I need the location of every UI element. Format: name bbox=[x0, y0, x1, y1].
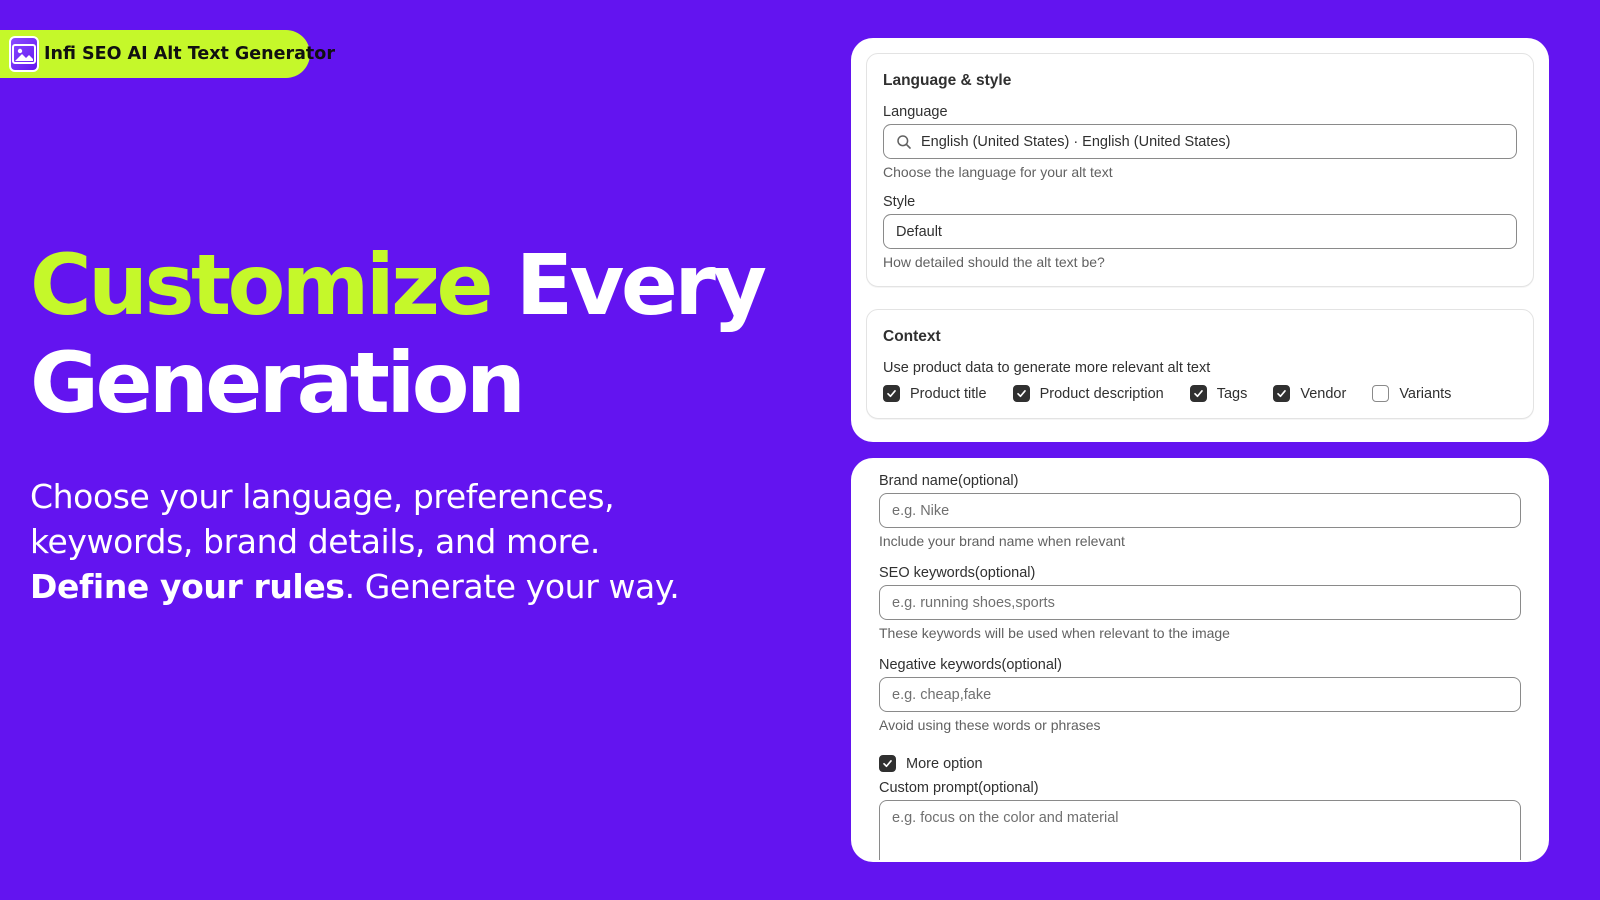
hero-body-line2: keywords, brand details, and more. bbox=[30, 522, 601, 561]
brand-name-placeholder: e.g. Nike bbox=[892, 502, 950, 519]
hero-title-accent: Customize bbox=[30, 236, 494, 334]
language-select[interactable]: English (United States) · English (Unite… bbox=[883, 124, 1517, 159]
checkbox-vendor[interactable]: Vendor bbox=[1273, 385, 1346, 402]
language-label: Language bbox=[883, 104, 948, 120]
brand-name-label: Brand name(optional) bbox=[879, 473, 1019, 489]
seo-keywords-label: SEO keywords(optional) bbox=[879, 565, 1036, 581]
language-value: English (United States) · English (Unite… bbox=[921, 133, 1231, 150]
checkbox-box[interactable] bbox=[1189, 385, 1207, 402]
context-description: Use product data to generate more releva… bbox=[883, 360, 1211, 376]
negative-keywords-field: Negative keywords(optional) e.g. cheap,f… bbox=[879, 657, 1521, 733]
brand-name-help: Include your brand name when relevant bbox=[879, 533, 1125, 549]
language-help: Choose the language for your alt text bbox=[883, 164, 1113, 180]
hero-title: Customize Every Generation bbox=[30, 236, 767, 432]
negative-keywords-placeholder: e.g. cheap,fake bbox=[892, 686, 992, 703]
checkbox-box[interactable] bbox=[879, 755, 896, 772]
brand-badge: Infi SEO AI Alt Text Generator bbox=[0, 30, 335, 78]
checkbox-label: Variants bbox=[1399, 385, 1452, 402]
context-card: Context Use product data to generate mor… bbox=[866, 309, 1534, 419]
checkbox-box[interactable] bbox=[1372, 385, 1390, 402]
checkmark-icon bbox=[883, 760, 892, 768]
style-help: How detailed should the alt text be? bbox=[883, 254, 1105, 270]
search-icon bbox=[896, 134, 912, 150]
checkbox-variants[interactable]: Variants bbox=[1372, 385, 1451, 402]
checkbox-box[interactable] bbox=[1273, 385, 1291, 402]
hero-body-line1: Choose your language, preferences, bbox=[30, 477, 615, 516]
hero-title-line2: Generation bbox=[30, 334, 526, 432]
checkmark-icon bbox=[1277, 390, 1287, 398]
brand-name-field: Brand name(optional) e.g. Nike Include y… bbox=[879, 473, 1521, 549]
checkbox-tags[interactable]: Tags bbox=[1189, 385, 1248, 402]
checkbox-box[interactable] bbox=[883, 385, 900, 402]
negative-keywords-label: Negative keywords(optional) bbox=[879, 657, 1062, 673]
seo-keywords-help: These keywords will be used when relevan… bbox=[879, 625, 1230, 641]
image-ai-logo-icon bbox=[9, 36, 39, 72]
negative-keywords-input[interactable]: e.g. cheap,fake bbox=[879, 677, 1521, 712]
seo-keywords-field: SEO keywords(optional) e.g. running shoe… bbox=[879, 565, 1521, 641]
checkbox-label: Product description bbox=[1039, 385, 1164, 402]
checkmark-icon bbox=[887, 390, 896, 398]
negative-keywords-help: Avoid using these words or phrases bbox=[879, 717, 1101, 733]
settings-panel-top: Language & style Language English (Unite… bbox=[851, 38, 1549, 442]
custom-prompt-label: Custom prompt(optional) bbox=[879, 780, 1039, 796]
checkbox-label: Product title bbox=[910, 385, 987, 402]
hero-body-tail: . Generate your way. bbox=[344, 567, 680, 606]
checkbox-label: Tags bbox=[1216, 385, 1248, 402]
custom-prompt-textarea[interactable]: e.g. focus on the color and material bbox=[879, 800, 1521, 860]
style-value: Default bbox=[896, 223, 942, 240]
language-style-card: Language & style Language English (Unite… bbox=[866, 53, 1534, 287]
style-select[interactable]: Default bbox=[883, 214, 1517, 249]
style-label: Style bbox=[883, 194, 916, 210]
seo-keywords-placeholder: e.g. running shoes,sports bbox=[892, 594, 1055, 611]
brand-name: Infi SEO AI Alt Text Generator bbox=[44, 44, 335, 64]
custom-prompt-placeholder: e.g. focus on the color and material bbox=[892, 810, 1119, 826]
hero-body-bold: Define your rules bbox=[30, 567, 345, 606]
more-option-checkbox[interactable]: More option bbox=[879, 755, 1521, 772]
checkbox-box[interactable] bbox=[1012, 385, 1030, 402]
checkbox-product-title[interactable]: Product title bbox=[883, 385, 987, 402]
context-title: Context bbox=[883, 328, 941, 345]
checkbox-label: Vendor bbox=[1300, 385, 1347, 402]
hero-description: Choose your language, preferences, keywo… bbox=[30, 474, 730, 609]
checkbox-product-description[interactable]: Product description bbox=[1012, 385, 1164, 402]
hero-title-rest: Every bbox=[515, 236, 767, 334]
checkmark-icon bbox=[1016, 390, 1026, 398]
more-option-label: More option bbox=[906, 755, 983, 772]
seo-keywords-input[interactable]: e.g. running shoes,sports bbox=[879, 585, 1521, 620]
language-style-title: Language & style bbox=[883, 72, 1012, 89]
brand-name-input[interactable]: e.g. Nike bbox=[879, 493, 1521, 528]
context-checkbox-row: Product title Product description Tags V… bbox=[883, 385, 1517, 402]
checkmark-icon bbox=[1193, 390, 1203, 398]
hero-body-line3: Define your rules. Generate your way. bbox=[30, 564, 730, 609]
settings-panel-bottom: Brand name(optional) e.g. Nike Include y… bbox=[851, 458, 1549, 862]
